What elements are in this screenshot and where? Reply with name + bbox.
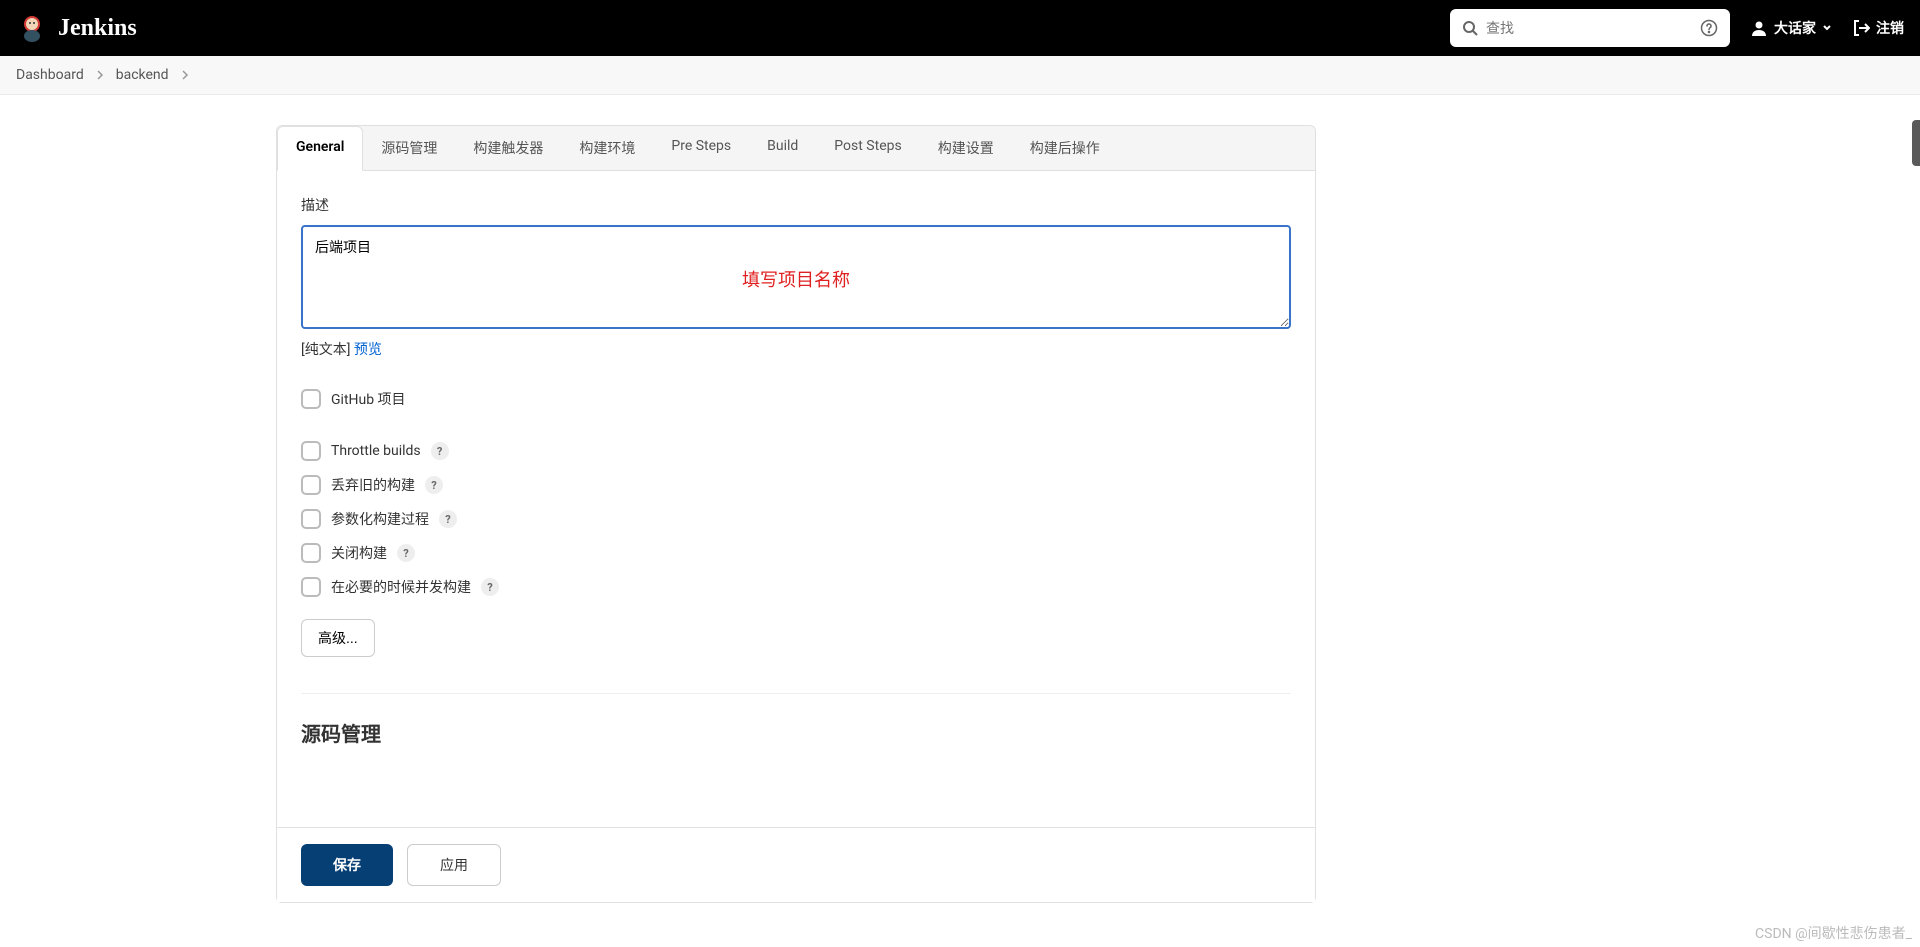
section-divider (301, 693, 1291, 694)
logout-button[interactable]: 注销 (1852, 18, 1904, 38)
username-label: 大话家 (1774, 18, 1816, 38)
help-icon[interactable]: ? (431, 442, 449, 460)
checkbox-github-project[interactable] (301, 389, 321, 409)
help-icon[interactable]: ? (481, 578, 499, 596)
top-header: Jenkins 大话家 注销 (0, 0, 1920, 56)
checkbox-label: 关闭构建 (331, 543, 387, 563)
save-button[interactable]: 保存 (301, 844, 393, 886)
checkbox-concurrent[interactable] (301, 577, 321, 597)
breadcrumb-item-backend[interactable]: backend (116, 67, 169, 83)
checkbox-disable[interactable] (301, 543, 321, 563)
jenkins-icon (16, 12, 48, 44)
chevron-right-icon (96, 70, 104, 80)
checkbox-label: GitHub 项目 (331, 389, 406, 409)
tab-post-build[interactable]: 构建后操作 (1012, 126, 1118, 170)
checkbox-discard-old[interactable] (301, 475, 321, 495)
checkbox-label: 参数化构建过程 (331, 509, 429, 529)
help-icon[interactable]: ? (439, 510, 457, 528)
search-box[interactable] (1450, 9, 1730, 47)
preview-link[interactable]: 预览 (354, 342, 382, 358)
help-icon[interactable] (1700, 19, 1718, 37)
checkbox-label: 在必要的时候并发构建 (331, 577, 471, 597)
chevron-down-icon (1822, 23, 1832, 33)
breadcrumb: Dashboard backend (0, 56, 1920, 95)
user-icon (1750, 19, 1768, 37)
tab-post-steps[interactable]: Post Steps (816, 126, 919, 170)
jenkins-logo[interactable]: Jenkins (16, 12, 137, 44)
help-icon[interactable]: ? (397, 544, 415, 562)
search-icon (1462, 20, 1478, 36)
tab-env[interactable]: 构建环境 (561, 126, 653, 170)
chevron-right-icon (181, 70, 189, 80)
description-textarea[interactable] (301, 225, 1291, 329)
checkbox-label: Throttle builds (331, 443, 421, 459)
logout-icon (1852, 19, 1870, 37)
action-bar: 保存 应用 (277, 827, 1315, 902)
tab-triggers[interactable]: 构建触发器 (455, 126, 561, 170)
scrollbar-thumb[interactable] (1912, 120, 1920, 166)
apply-button[interactable]: 应用 (407, 844, 501, 886)
plain-text-label: [纯文本] (301, 342, 350, 358)
checkbox-parameterized[interactable] (301, 509, 321, 529)
description-label: 描述 (301, 195, 1291, 215)
config-tabs: General 源码管理 构建触发器 构建环境 Pre Steps Build … (277, 126, 1315, 171)
checkbox-throttle-builds[interactable] (301, 441, 321, 461)
tab-build-settings[interactable]: 构建设置 (920, 126, 1012, 170)
tab-scm[interactable]: 源码管理 (363, 126, 455, 170)
watermark: CSDN @间歇性悲伤患者_ (1755, 923, 1912, 943)
checkbox-label: 丢弃旧的构建 (331, 475, 415, 495)
scm-section-title: 源码管理 (301, 718, 1291, 747)
tab-general[interactable]: General (277, 126, 363, 171)
tab-pre-steps[interactable]: Pre Steps (653, 126, 749, 170)
user-menu[interactable]: 大话家 (1750, 18, 1832, 38)
advanced-button[interactable]: 高级... (301, 619, 375, 657)
tab-build[interactable]: Build (749, 126, 816, 170)
brand-text: Jenkins (58, 15, 137, 42)
help-icon[interactable]: ? (425, 476, 443, 494)
logout-label: 注销 (1876, 18, 1904, 38)
breadcrumb-item-dashboard[interactable]: Dashboard (16, 67, 84, 83)
config-panel: General 源码管理 构建触发器 构建环境 Pre Steps Build … (276, 125, 1316, 903)
search-input[interactable] (1478, 20, 1700, 36)
